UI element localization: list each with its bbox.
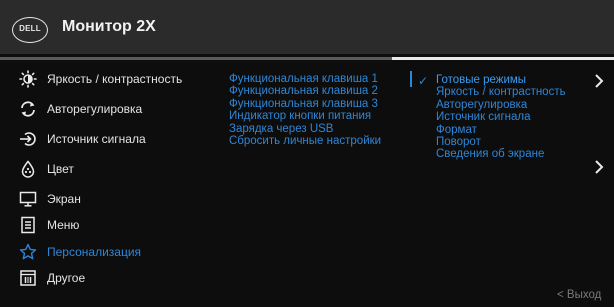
star-icon <box>18 242 38 262</box>
menu-item-label: Меню <box>47 218 80 232</box>
menu-item-label: Источник сигнала <box>47 132 146 146</box>
selection-indicator <box>410 71 412 87</box>
option-item[interactable]: Готовые режимы <box>436 74 566 86</box>
list-item[interactable]: Функциональная клавиша 3 <box>229 98 381 110</box>
osd-header: DELL Монитор 2X <box>0 0 614 54</box>
menu-item-label: Авторегулировка <box>47 102 143 116</box>
menu-item-color[interactable]: Цвет <box>18 158 74 180</box>
monitor-osd: DELL Монитор 2X Яркость / контрастность … <box>0 0 614 307</box>
chevron-right-icon[interactable] <box>594 160 604 177</box>
chevron-right-icon[interactable] <box>594 74 604 91</box>
option-item[interactable]: Яркость / контрастность <box>436 86 566 98</box>
auto-adjust-icon <box>18 99 38 119</box>
menu-item-menu[interactable]: Меню <box>18 214 79 236</box>
menu-item-brightness-contrast[interactable]: Яркость / контрастность <box>18 68 182 90</box>
list-item[interactable]: Зарядка через USB <box>229 123 381 135</box>
list-item[interactable]: Индикатор кнопки питания <box>229 110 381 122</box>
list-item[interactable]: Функциональная клавиша 2 <box>229 85 381 97</box>
option-item[interactable]: Поворот <box>436 136 566 148</box>
brightness-icon <box>18 69 38 89</box>
menu-item-personalize[interactable]: Персонализация <box>18 241 141 263</box>
option-item[interactable]: Формат <box>436 124 566 136</box>
option-item[interactable]: Источник сигнала <box>436 111 566 123</box>
menu-item-label: Цвет <box>47 162 74 176</box>
menu-item-label: Персонализация <box>47 245 142 259</box>
input-source-icon <box>18 129 38 149</box>
color-icon <box>18 159 38 179</box>
menu-item-display[interactable]: Экран <box>18 188 81 210</box>
option-list: Готовые режимы Яркость / контрастность А… <box>436 74 566 161</box>
display-icon <box>18 189 38 209</box>
menu-item-label: Яркость / контрастность <box>47 72 183 86</box>
list-item[interactable]: Функциональная клавиша 1 <box>229 73 381 85</box>
header-divider-right <box>392 57 614 60</box>
option-item[interactable]: Авторегулировка <box>436 99 566 111</box>
list-item[interactable]: Сбросить личные настройки <box>229 135 381 147</box>
option-item[interactable]: Сведения об экране <box>436 148 566 160</box>
exit-button[interactable]: < Выход <box>557 289 601 301</box>
header-divider-left <box>0 57 392 60</box>
monitor-title: Монитор 2X <box>62 18 156 35</box>
menu-item-input-source[interactable]: Источник сигнала <box>18 128 146 150</box>
shortcut-key-list: Функциональная клавиша 1 Функциональная … <box>229 73 381 147</box>
menu-icon <box>18 215 38 235</box>
menu-item-label: Другое <box>47 271 86 285</box>
others-icon <box>18 268 38 288</box>
menu-item-label: Экран <box>47 192 81 206</box>
menu-item-auto-adjust[interactable]: Авторегулировка <box>18 98 142 120</box>
menu-item-others[interactable]: Другое <box>18 267 85 289</box>
dell-logo: DELL <box>12 17 48 43</box>
check-icon: ✓ <box>418 74 429 88</box>
